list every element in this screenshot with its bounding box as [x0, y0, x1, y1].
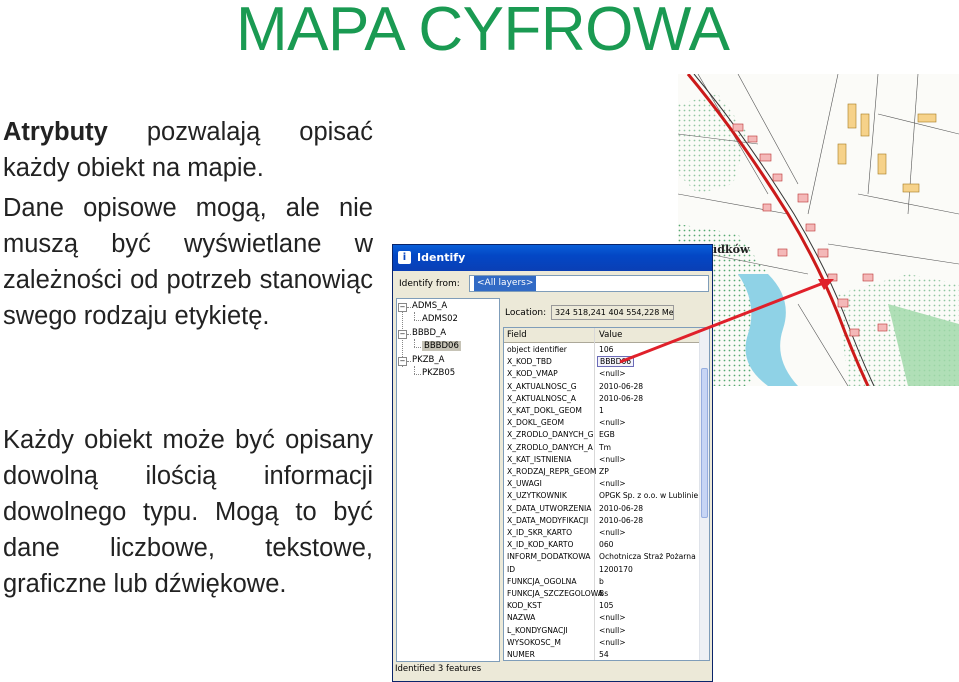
arrow-overlay — [619, 279, 834, 364]
red-arrow — [619, 280, 827, 364]
